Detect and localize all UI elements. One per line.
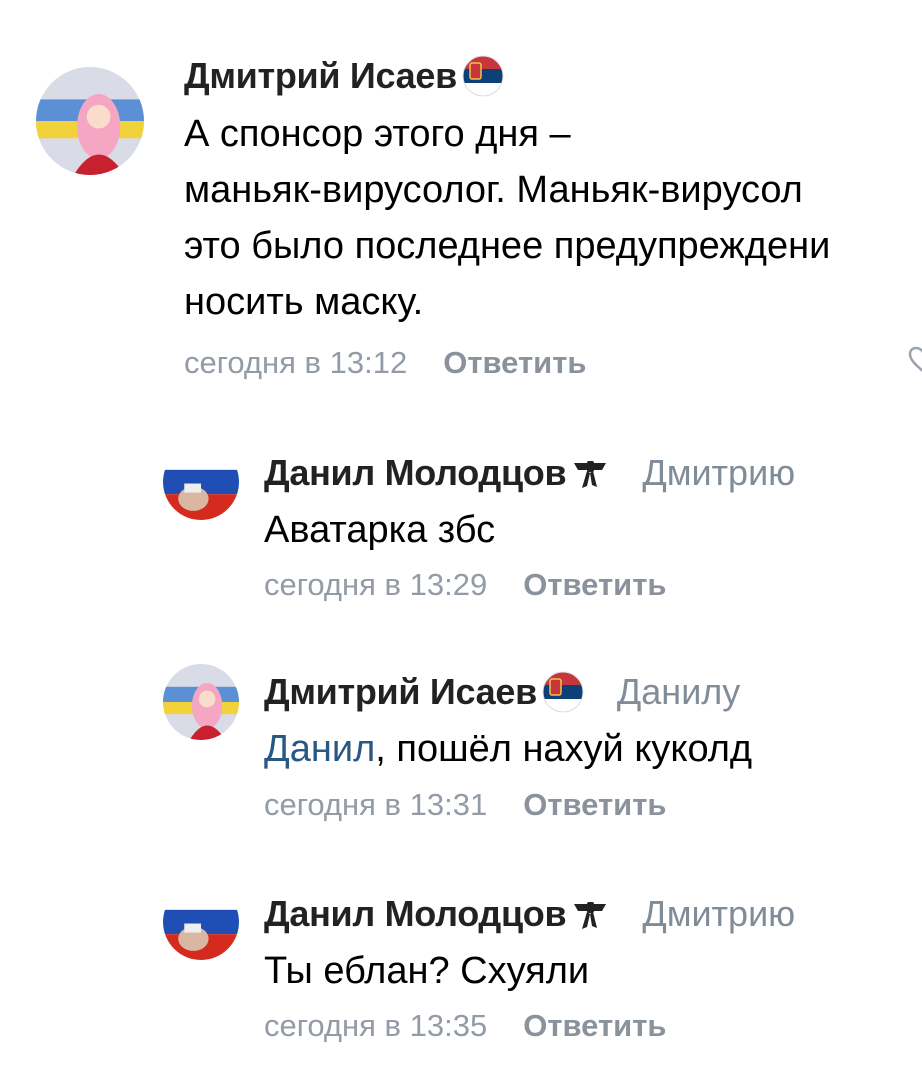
avatar[interactable] <box>163 884 239 960</box>
reply-button[interactable]: Ответить <box>523 787 666 822</box>
author-name[interactable]: Дмитрий Исаев <box>184 55 457 97</box>
avatar-image-icon <box>163 664 239 740</box>
author-name[interactable]: Данил Молодцов <box>264 452 567 494</box>
reply-button[interactable]: Ответить <box>523 567 666 602</box>
comment-text: Данил, пошёл нахуй куколд <box>264 721 914 777</box>
reply-button[interactable]: Ответить <box>443 345 586 380</box>
serbia-flag-icon <box>541 670 585 714</box>
like-icon[interactable] <box>908 346 922 374</box>
avatar[interactable] <box>163 664 239 740</box>
serbia-flag-icon <box>461 54 505 98</box>
avatar-image-icon <box>163 884 239 960</box>
comment-text-line: маньяк-вирусолог. Маньяк-вирусол <box>184 169 803 211</box>
comment-text-rest: , пошёл нахуй куколд <box>375 728 753 770</box>
timestamp: сегодня в 13:12 <box>184 345 408 380</box>
reply-to-label[interactable]: Дмитрию <box>642 452 795 494</box>
comment-text: Ты еблан? Схуяли <box>264 950 590 992</box>
avatar[interactable] <box>36 67 144 175</box>
avatar-image-icon <box>36 67 144 175</box>
avatar-image-icon <box>163 444 239 520</box>
reply-button[interactable]: Ответить <box>523 1008 666 1043</box>
author-name[interactable]: Данил Молодцов <box>264 893 567 935</box>
ribbon-icon <box>570 453 610 493</box>
reply-to-label[interactable]: Данилу <box>617 671 740 713</box>
mention-link[interactable]: Данил <box>264 728 375 770</box>
timestamp: сегодня в 13:29 <box>264 567 488 602</box>
timestamp: сегодня в 13:31 <box>264 787 488 822</box>
comment-text-line: А спонсор этого дня – <box>184 113 571 155</box>
ribbon-icon <box>570 894 610 934</box>
avatar[interactable] <box>163 444 239 520</box>
timestamp: сегодня в 13:35 <box>264 1008 488 1043</box>
comment-text: Аватарка збс <box>264 509 496 551</box>
comment-text-line: носить маску. <box>184 281 424 323</box>
author-name[interactable]: Дмитрий Исаев <box>264 671 537 713</box>
comment-text-line: это было последнее предупреждени <box>184 225 831 267</box>
comment-text: А спонсор этого дня – маньяк-вирусолог. … <box>184 106 922 330</box>
reply-to-label[interactable]: Дмитрию <box>642 893 795 935</box>
